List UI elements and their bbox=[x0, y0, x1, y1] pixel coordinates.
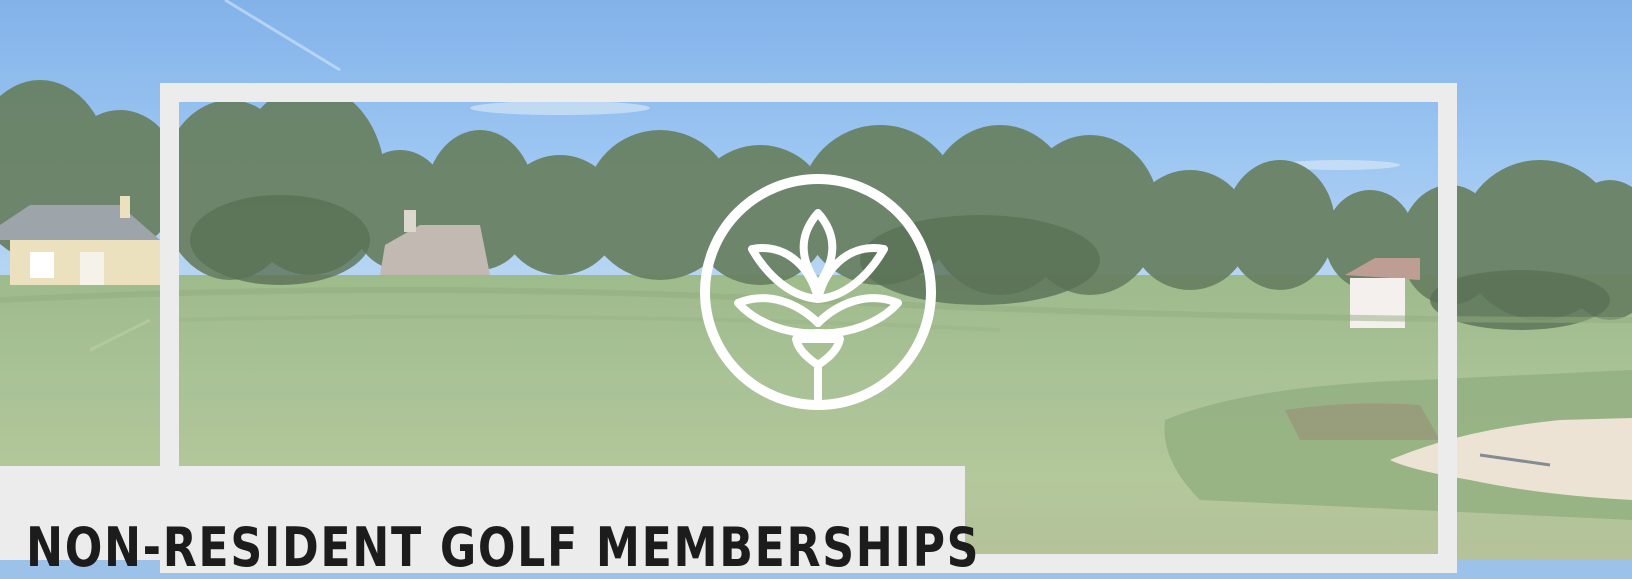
page-title: NON-RESIDENT GOLF MEMBERSHIPS bbox=[26, 516, 981, 579]
lotus-icon bbox=[700, 174, 936, 410]
